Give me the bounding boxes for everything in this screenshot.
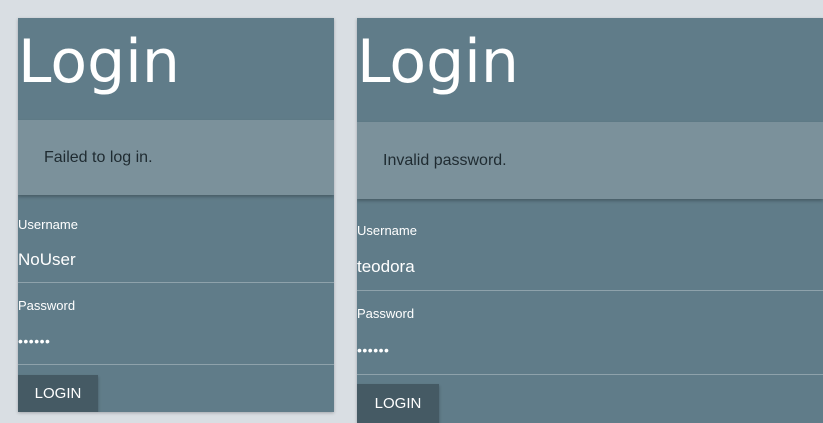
- password-label: Password: [18, 298, 76, 313]
- username-underline: [357, 290, 823, 291]
- login-panel-failed: Login Failed to log in. Username NoUser …: [18, 18, 334, 412]
- username-field[interactable]: NoUser: [18, 250, 76, 270]
- error-message: Failed to log in.: [44, 148, 153, 166]
- password-field[interactable]: ••••••: [357, 342, 389, 358]
- page-title: Login: [357, 27, 519, 97]
- error-alert: Failed to log in.: [18, 120, 334, 195]
- error-message: Invalid password.: [383, 151, 507, 169]
- login-button[interactable]: LOGIN: [357, 384, 439, 423]
- login-panel-invalid-password: Login Invalid password. Username teodora…: [357, 18, 823, 423]
- page-title: Login: [18, 27, 180, 97]
- username-field[interactable]: teodora: [357, 257, 415, 277]
- username-underline: [18, 282, 334, 283]
- username-label: Username: [18, 217, 78, 232]
- password-label: Password: [357, 306, 415, 321]
- password-underline: [357, 374, 823, 375]
- username-label: Username: [357, 223, 417, 238]
- password-underline: [18, 364, 334, 365]
- login-button[interactable]: LOGIN: [18, 375, 98, 412]
- password-field[interactable]: ••••••: [18, 333, 50, 349]
- error-alert: Invalid password.: [357, 122, 823, 199]
